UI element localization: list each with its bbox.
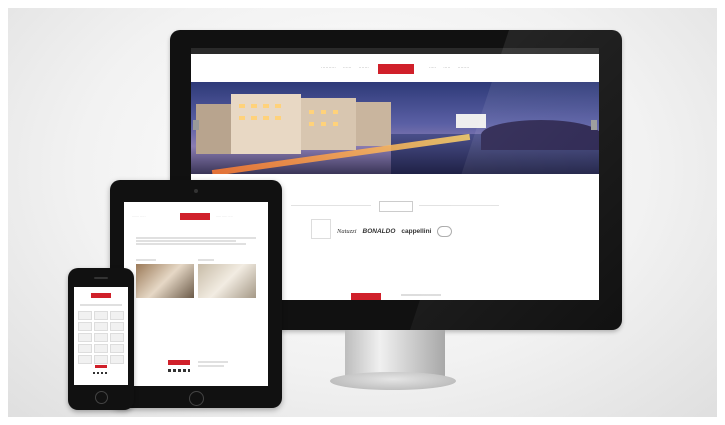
site-logo[interactable] bbox=[378, 64, 414, 74]
tablet-device: ······· ····· ····· ····· ···· bbox=[110, 180, 282, 408]
hero-hill bbox=[481, 120, 599, 150]
footer-logo[interactable] bbox=[351, 293, 381, 300]
tablet-nav-left[interactable]: ······· ····· bbox=[132, 215, 146, 218]
brand-logo-box[interactable] bbox=[311, 219, 331, 239]
home-button[interactable] bbox=[95, 391, 108, 404]
brand-tile[interactable] bbox=[94, 322, 108, 331]
brand-tile[interactable] bbox=[110, 344, 124, 353]
camera-icon bbox=[194, 189, 198, 193]
brand-tile[interactable] bbox=[110, 322, 124, 331]
social-icons[interactable] bbox=[168, 369, 190, 372]
brand-tile[interactable] bbox=[110, 355, 124, 364]
text-line bbox=[80, 304, 122, 306]
section-title bbox=[379, 201, 413, 212]
nav-item[interactable]: ········ bbox=[458, 66, 470, 70]
gallery-image[interactable] bbox=[136, 264, 194, 298]
footer-text bbox=[401, 294, 441, 296]
hero-building bbox=[356, 102, 391, 146]
phone-footer-logo[interactable] bbox=[95, 365, 107, 368]
tablet-nav-right[interactable]: ····· ····· ···· bbox=[216, 215, 233, 218]
caption bbox=[136, 259, 156, 261]
tablet-footer-logo[interactable] bbox=[168, 360, 190, 365]
hero-image bbox=[191, 82, 599, 174]
speaker-icon bbox=[94, 277, 108, 279]
text-line bbox=[136, 237, 256, 239]
brand-tile[interactable] bbox=[78, 333, 92, 342]
brand-logo[interactable]: Natuzzi bbox=[337, 228, 357, 235]
site-navigation: ·········· ······ ······· ····· ····· ··… bbox=[191, 54, 599, 82]
brand-tile[interactable] bbox=[94, 344, 108, 353]
brand-tile[interactable] bbox=[78, 311, 92, 320]
hero-building bbox=[456, 114, 486, 128]
monitor-stand bbox=[345, 330, 445, 378]
hero-building bbox=[196, 104, 231, 154]
tablet-screen: ······· ····· ····· ····· ···· bbox=[124, 202, 268, 386]
nav-item[interactable]: ····· bbox=[443, 66, 450, 70]
nav-item[interactable]: ······· bbox=[359, 66, 369, 70]
tablet-logo[interactable] bbox=[180, 213, 210, 220]
footer-text bbox=[198, 361, 228, 363]
monitor-base bbox=[330, 372, 456, 390]
text-line bbox=[136, 240, 236, 242]
footer-text bbox=[198, 365, 224, 367]
nav-item[interactable]: ·········· bbox=[321, 66, 336, 70]
nav-item[interactable]: ····· bbox=[429, 66, 436, 70]
gallery-image[interactable] bbox=[198, 264, 256, 298]
text-line bbox=[136, 243, 246, 245]
brand-tile[interactable] bbox=[78, 322, 92, 331]
brand-tile[interactable] bbox=[94, 311, 108, 320]
divider bbox=[291, 205, 371, 206]
brand-tile[interactable] bbox=[110, 311, 124, 320]
phone-device bbox=[68, 268, 134, 410]
brand-tile[interactable] bbox=[78, 344, 92, 353]
brand-tile[interactable] bbox=[110, 333, 124, 342]
social-icons[interactable] bbox=[93, 372, 109, 374]
caption bbox=[198, 259, 214, 261]
brand-logo[interactable]: cappellini bbox=[401, 228, 431, 235]
brand-tile[interactable] bbox=[78, 355, 92, 364]
brand-logo[interactable]: BONALDO bbox=[363, 228, 396, 235]
brand-grid bbox=[78, 311, 124, 364]
phone-logo[interactable] bbox=[91, 293, 111, 298]
brand-logo[interactable] bbox=[437, 226, 452, 237]
nav-item[interactable]: ······ bbox=[343, 66, 352, 70]
phone-screen bbox=[74, 287, 128, 385]
divider bbox=[419, 205, 499, 206]
brand-tile[interactable] bbox=[94, 333, 108, 342]
nav-right-group: ····· ····· ········ bbox=[429, 66, 469, 70]
brand-strip: Natuzzi BONALDO cappellini bbox=[337, 226, 452, 237]
nav-left-group: ·········· ······ ······· bbox=[321, 66, 369, 70]
slider-prev-arrow[interactable] bbox=[193, 120, 199, 130]
brand-tile[interactable] bbox=[94, 355, 108, 364]
home-button[interactable] bbox=[189, 391, 204, 406]
hero-building bbox=[231, 94, 301, 154]
slider-next-arrow[interactable] bbox=[591, 120, 597, 130]
